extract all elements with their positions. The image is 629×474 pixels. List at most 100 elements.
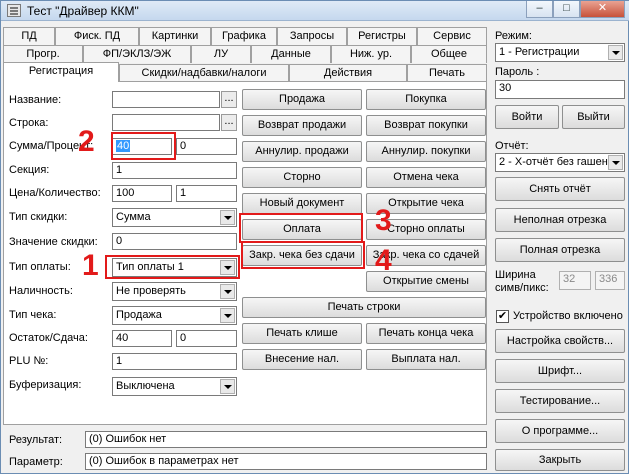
annotation-number-2: 2 bbox=[78, 125, 95, 158]
buffer-select[interactable]: Выключена bbox=[112, 377, 237, 396]
name-browse-button[interactable]: ... bbox=[221, 91, 237, 108]
tab-service[interactable]: Сервис bbox=[417, 27, 487, 45]
report-select[interactable]: 2 - X-отчёт без гашен bbox=[495, 153, 625, 172]
title-bar[interactable]: Тест "Драйвер ККМ" – □ ✕ bbox=[1, 1, 629, 21]
tab-fp-eklz[interactable]: ФП/ЭКЛЗ/ЭЖ bbox=[83, 45, 191, 63]
mode-select[interactable]: 1 - Регистрации bbox=[495, 43, 625, 62]
price-label: Цена/Количество: bbox=[9, 187, 101, 199]
annotation-box-4 bbox=[241, 241, 365, 269]
annotation-number-3: 3 bbox=[375, 204, 392, 237]
print-check-end-button[interactable]: Печать конца чека bbox=[366, 323, 486, 344]
password-label: Пароль : bbox=[495, 66, 540, 78]
tab-progr[interactable]: Прогр. bbox=[3, 45, 83, 63]
print-line-button[interactable]: Печать строки bbox=[242, 297, 486, 318]
name-input[interactable] bbox=[112, 91, 220, 108]
result-label: Результат: bbox=[9, 434, 63, 446]
tab-registration[interactable]: Регистрация bbox=[3, 62, 119, 82]
close-button[interactable]: Закрыть bbox=[495, 449, 625, 471]
print-cliche-button[interactable]: Печать клише bbox=[242, 323, 362, 344]
width-label-line2: симв/пикс: bbox=[495, 282, 549, 294]
param-field: (0) Ошибок в параметрах нет bbox=[85, 453, 487, 470]
font-button[interactable]: Шрифт... bbox=[495, 359, 625, 383]
change-input[interactable]: 0 bbox=[176, 330, 237, 347]
full-cut-button[interactable]: Полная отрезка bbox=[495, 238, 625, 262]
tab-low-level[interactable]: Ниж. ур. bbox=[331, 45, 411, 63]
plu-input[interactable]: 1 bbox=[112, 353, 237, 370]
device-enabled-label: Устройство включено bbox=[513, 310, 623, 322]
chevron-down-icon[interactable] bbox=[220, 379, 235, 394]
width-chars-input: 32 bbox=[559, 271, 591, 290]
return-sale-button[interactable]: Возврат продажи bbox=[242, 115, 362, 136]
price-input[interactable]: 100 bbox=[112, 185, 172, 202]
password-input[interactable]: 30 bbox=[495, 80, 625, 99]
width-label-line1: Ширина bbox=[495, 269, 536, 281]
take-report-button[interactable]: Снять отчёт bbox=[495, 177, 625, 201]
tab-pd[interactable]: ПД bbox=[3, 27, 55, 45]
testing-button[interactable]: Тестирование... bbox=[495, 389, 625, 413]
check-type-value: Продажа bbox=[116, 309, 162, 321]
annul-purchase-button[interactable]: Аннулир. покупки bbox=[366, 141, 486, 162]
quantity-input[interactable]: 1 bbox=[176, 185, 237, 202]
mode-value: 1 - Регистрации bbox=[499, 46, 580, 58]
buffer-value: Выключена bbox=[116, 380, 175, 392]
device-properties-button[interactable]: Настройка свойств... bbox=[495, 329, 625, 353]
tab-general[interactable]: Общее bbox=[411, 45, 487, 63]
percent-input[interactable]: 0 bbox=[176, 138, 237, 155]
chevron-down-icon[interactable] bbox=[220, 308, 235, 323]
tab-print[interactable]: Печать bbox=[407, 64, 487, 82]
check-type-label: Тип чека: bbox=[9, 309, 57, 321]
minimize-button[interactable]: – bbox=[526, 1, 553, 18]
login-button[interactable]: Войти bbox=[495, 105, 559, 129]
tab-data[interactable]: Данные bbox=[251, 45, 331, 63]
tab-registers[interactable]: Регистры bbox=[347, 27, 417, 45]
discount-type-select[interactable]: Сумма bbox=[112, 208, 237, 227]
result-field: (0) Ошибок нет bbox=[85, 431, 487, 448]
section-input[interactable]: 1 bbox=[112, 162, 237, 179]
tab-lu[interactable]: ЛУ bbox=[191, 45, 251, 63]
discount-value-input[interactable]: 0 bbox=[112, 233, 237, 250]
section-label: Секция: bbox=[9, 164, 50, 176]
purchase-button[interactable]: Покупка bbox=[366, 89, 486, 110]
tab-discounts[interactable]: Скидки/надбавки/налоги bbox=[119, 64, 289, 82]
line-input[interactable] bbox=[112, 114, 220, 131]
tab-requests[interactable]: Запросы bbox=[277, 27, 347, 45]
storno-button[interactable]: Сторно bbox=[242, 167, 362, 188]
width-pixels-input: 336 bbox=[595, 271, 625, 290]
partial-cut-button[interactable]: Неполная отрезка bbox=[495, 208, 625, 232]
about-button[interactable]: О программе... bbox=[495, 419, 625, 443]
cash-in-button[interactable]: Внесение нал. bbox=[242, 349, 362, 370]
remainder-input[interactable]: 40 bbox=[112, 330, 172, 347]
tab-pictures[interactable]: Картинки bbox=[139, 27, 211, 45]
annotation-number-1: 1 bbox=[82, 249, 99, 282]
remainder-label: Остаток/Сдача: bbox=[9, 332, 88, 344]
new-document-button[interactable]: Новый документ bbox=[242, 193, 362, 214]
chevron-down-icon[interactable] bbox=[220, 210, 235, 225]
tab-graphics[interactable]: Графика bbox=[211, 27, 277, 45]
sale-button[interactable]: Продажа bbox=[242, 89, 362, 110]
chevron-down-icon[interactable] bbox=[608, 45, 623, 60]
chevron-down-icon[interactable] bbox=[220, 284, 235, 299]
tab-actions[interactable]: Действия bbox=[289, 64, 407, 82]
app-icon bbox=[7, 4, 21, 17]
payment-type-label: Тип оплаты: bbox=[9, 261, 71, 273]
report-label: Отчёт: bbox=[495, 140, 529, 152]
annotation-box-2 bbox=[111, 132, 176, 160]
logout-button[interactable]: Выйти bbox=[562, 105, 625, 129]
return-purchase-button[interactable]: Возврат покупки bbox=[366, 115, 486, 136]
annul-sale-button[interactable]: Аннулир. продажи bbox=[242, 141, 362, 162]
mode-label: Режим: bbox=[495, 30, 532, 42]
line-browse-button[interactable]: ... bbox=[221, 114, 237, 131]
check-type-select[interactable]: Продажа bbox=[112, 306, 237, 325]
close-window-button[interactable]: ✕ bbox=[580, 1, 625, 18]
main-window: Тест "Драйвер ККМ" – □ ✕ ПД Фиск. ПД Кар… bbox=[0, 0, 629, 474]
maximize-button[interactable]: □ bbox=[553, 1, 580, 18]
discount-value-label: Значение скидки: bbox=[9, 236, 98, 248]
device-enabled-checkbox[interactable]: ✔ bbox=[496, 310, 509, 323]
cash-out-button[interactable]: Выплата нал. bbox=[366, 349, 486, 370]
tab-fisk-pd[interactable]: Фиск. ПД bbox=[55, 27, 139, 45]
cash-select[interactable]: Не проверять bbox=[112, 282, 237, 301]
line-label: Строка: bbox=[9, 117, 49, 129]
annotation-box-3 bbox=[239, 213, 363, 243]
cancel-check-button[interactable]: Отмена чека bbox=[366, 167, 486, 188]
chevron-down-icon[interactable] bbox=[608, 155, 623, 170]
